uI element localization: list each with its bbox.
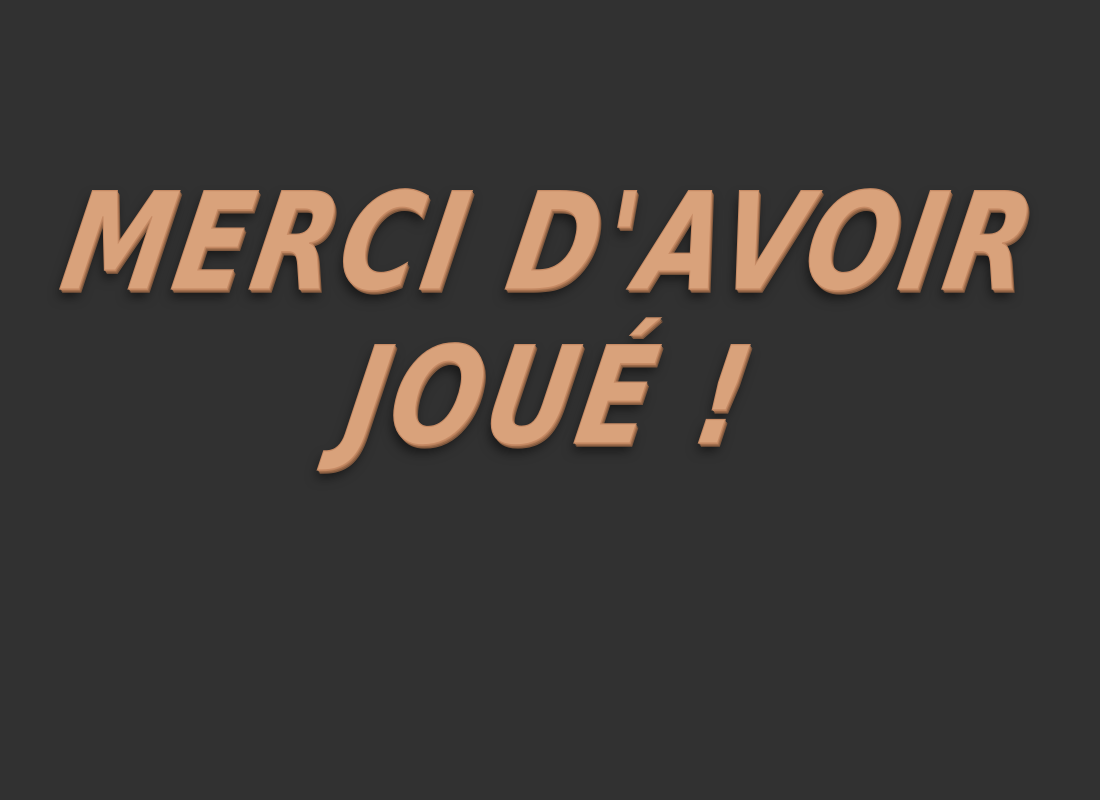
game-end-screen: MERCI D'AVOIR JOUÉ ! [0, 0, 1100, 800]
thank-you-title-line-1: MERCI D'AVOIR [51, 165, 1049, 322]
thank-you-title: MERCI D'AVOIR JOUÉ ! [0, 165, 1100, 476]
thank-you-title-line-2: JOUÉ ! [334, 319, 767, 476]
